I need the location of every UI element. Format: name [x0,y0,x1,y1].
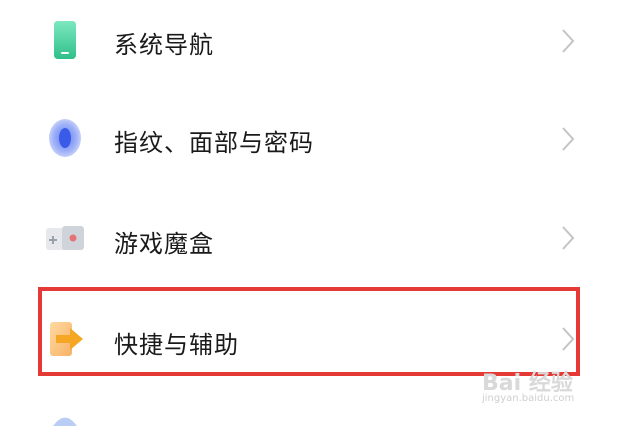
highlight-box [38,287,580,376]
settings-item-system-navigation[interactable]: 系统导航 [0,0,627,90]
settings-item-fingerprint-face-password[interactable]: 指纹、面部与密码 [0,88,627,188]
chevron-right-icon [562,127,575,151]
watermark: Bai 经验 jingyan.baidu.com [478,365,598,415]
partial-item-icon [53,417,77,426]
settings-item-game-box[interactable]: 游戏魔盒 [0,188,627,288]
game-box-icon [46,226,84,250]
settings-item-label: 指纹、面部与密码 [114,129,314,157]
chevron-right-icon [562,226,575,250]
settings-item-label: 游戏魔盒 [114,230,214,258]
watermark-subtext: jingyan.baidu.com [482,393,575,404]
settings-item-label: 系统导航 [114,31,214,59]
chevron-right-icon [562,29,575,53]
phone-navigation-icon [54,21,76,59]
fingerprint-icon [49,119,81,157]
